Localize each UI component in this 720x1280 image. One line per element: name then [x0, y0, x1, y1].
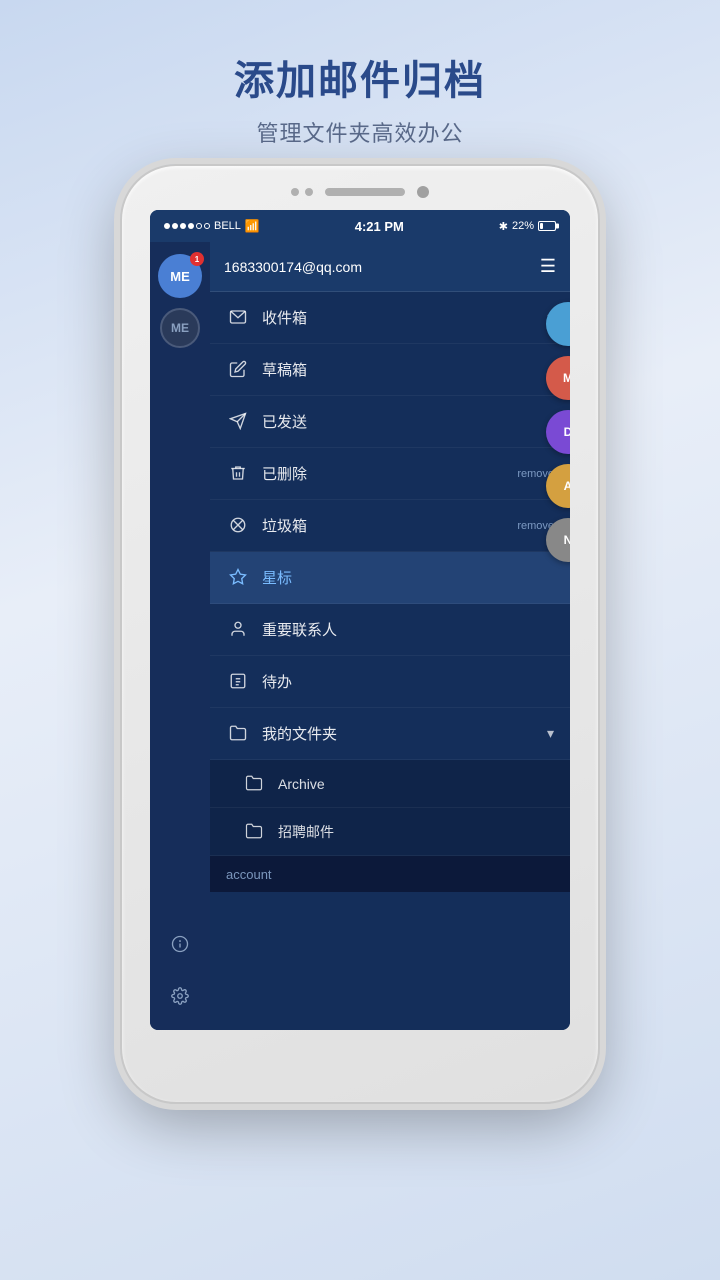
sent-label: 已发送	[262, 411, 554, 432]
todo-label: 待办	[262, 671, 554, 692]
phone-indicator-dots	[291, 188, 313, 196]
account-label-bar: account	[210, 856, 570, 892]
junk-icon	[226, 516, 250, 534]
avatar-badge: 1	[190, 252, 204, 266]
phone-speaker	[325, 188, 405, 196]
page-title: 添加邮件归档	[234, 48, 486, 106]
info-button[interactable]	[162, 926, 198, 962]
phone-shell: BELL 📶 4:21 PM ✱ 22% ME 1 ME	[120, 164, 600, 1104]
battery-percent: 22%	[512, 220, 534, 232]
subfolder-archive[interactable]: Archive	[210, 760, 570, 808]
phone-screen: BELL 📶 4:21 PM ✱ 22% ME 1 ME	[150, 210, 570, 1030]
menu-item-drafts[interactable]: 草稿箱	[210, 344, 570, 396]
trash-icon	[226, 464, 250, 482]
circle-purple[interactable]: D	[546, 410, 570, 454]
todo-icon	[226, 672, 250, 690]
signal-dot-6	[204, 223, 210, 229]
menu-item-junk[interactable]: 垃圾箱 remove	[210, 500, 570, 552]
signal-dot-5	[196, 223, 202, 229]
carrier-label: BELL	[214, 220, 241, 232]
deleted-label: 已删除	[262, 463, 517, 484]
account-email: 1683300174@qq.com	[224, 259, 362, 275]
phone-camera	[417, 186, 429, 198]
dot-1	[291, 188, 299, 196]
subfolder-icon-jobs	[242, 822, 266, 840]
menu-item-starred[interactable]: 星标	[210, 552, 570, 604]
sidebar-left: ME 1 ME	[150, 242, 210, 1030]
signal-dot-2	[172, 223, 178, 229]
sidebar-bottom	[162, 926, 198, 1030]
gear-icon	[171, 987, 189, 1005]
battery-fill	[540, 223, 543, 229]
phone-top-bar	[291, 186, 429, 198]
drafts-label: 草稿箱	[262, 359, 554, 380]
avatar-secondary[interactable]: ME	[160, 308, 200, 348]
junk-label: 垃圾箱	[262, 515, 517, 536]
signal-dot-4	[188, 223, 194, 229]
battery-icon	[538, 221, 556, 231]
draft-icon	[226, 360, 250, 378]
menu-item-inbox[interactable]: 收件箱 1	[210, 292, 570, 344]
account-header: 1683300174@qq.com ☰	[210, 242, 570, 292]
avatar-primary[interactable]: ME 1	[158, 254, 202, 298]
signal-dot-3	[180, 223, 186, 229]
circles-right: M D A N	[546, 302, 570, 562]
my-folders-label: 我的文件夹	[262, 723, 547, 744]
hamburger-button[interactable]: ☰	[540, 256, 556, 277]
app-content: ME 1 ME	[150, 242, 570, 1030]
menu-item-contacts[interactable]: 重要联系人	[210, 604, 570, 656]
circle-orange[interactable]: A	[546, 464, 570, 508]
menu-item-my-folders[interactable]: 我的文件夹 ▾	[210, 708, 570, 760]
send-icon	[226, 412, 250, 430]
bluetooth-icon: ✱	[499, 220, 508, 233]
mail-icon	[226, 308, 250, 326]
menu-item-todo[interactable]: 待办	[210, 656, 570, 708]
contacts-label: 重要联系人	[262, 619, 554, 640]
subfolder-icon-archive	[242, 774, 266, 792]
signal-dot-1	[164, 223, 170, 229]
page-subtitle: 管理文件夹高效办公	[234, 116, 486, 148]
starred-label: 星标	[262, 567, 554, 588]
circle-red[interactable]: M	[546, 356, 570, 400]
inbox-label: 收件箱	[262, 307, 546, 328]
star-icon	[226, 568, 250, 586]
jobs-label: 招聘邮件	[278, 822, 554, 842]
info-icon	[171, 935, 189, 953]
subfolder-jobs[interactable]: 招聘邮件	[210, 808, 570, 856]
archive-label: Archive	[278, 776, 554, 792]
circle-gray[interactable]: N	[546, 518, 570, 562]
account-label-text: account	[226, 867, 272, 882]
dot-2	[305, 188, 313, 196]
folder-icon	[226, 724, 250, 742]
circle-blue[interactable]	[546, 302, 570, 346]
wifi-icon: 📶	[245, 219, 260, 233]
signal-dots	[164, 223, 210, 229]
contact-icon	[226, 620, 250, 638]
folder-chevron: ▾	[547, 725, 554, 742]
status-bar: BELL 📶 4:21 PM ✱ 22%	[150, 210, 570, 242]
menu-list[interactable]: 收件箱 1 草稿箱	[210, 292, 570, 1030]
main-area: 1683300174@qq.com ☰ 收件箱 1	[210, 242, 570, 1030]
menu-item-sent[interactable]: 已发送	[210, 396, 570, 448]
menu-item-deleted[interactable]: 已删除 remove	[210, 448, 570, 500]
status-time: 4:21 PM	[355, 219, 404, 234]
settings-button[interactable]	[162, 978, 198, 1014]
page-header: 添加邮件归档 管理文件夹高效办公	[234, 48, 486, 148]
